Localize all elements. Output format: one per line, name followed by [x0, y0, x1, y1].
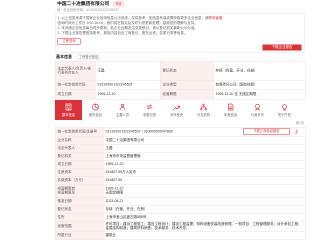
people-icon — [119, 103, 127, 111]
download-icon[interactable] — [294, 129, 299, 134]
detail-value-authority: 上海市市场监督管理局 — [103, 152, 306, 161]
detail-value-founded: 1995-12-20 — [103, 160, 306, 169]
tab-shareholders[interactable]: 股东信息 — [82, 100, 109, 120]
tab-label: 年报信息 — [224, 113, 237, 118]
detail-label-paid-capital: 实缴资本（万元） — [55, 176, 104, 185]
detail-value-term: 1995-12-20 无固定期限 — [103, 184, 306, 198]
company-icon — [65, 103, 73, 111]
section-tag[interactable]: 工商登记信息 — [76, 54, 101, 60]
license-icon — [254, 103, 262, 111]
detail-label-business-scope: 经营范围 — [55, 221, 104, 232]
summary-value-legal-rep[interactable]: 王磊 — [95, 61, 161, 81]
summary-value-company-type: 有限责任公司（国有控股） — [213, 80, 306, 90]
summary-label-status: 登记状态 — [160, 61, 214, 81]
detail-label-authority: 登记机关 — [55, 152, 104, 161]
credit-code-line: 统一社会信用代码：91310000132224553T — [57, 8, 119, 13]
tab-label: 变更记录 — [143, 113, 156, 118]
summary-value-term: 1995-12-20 至 无固定期限 — [213, 89, 306, 100]
tab-key-personnel[interactable]: 主要人员 — [109, 100, 136, 120]
summary-value-credit-code: 91310000132224553T — [95, 80, 161, 90]
tab-label: 行政许可 — [251, 113, 264, 118]
change-record-icon — [146, 103, 154, 111]
notice-box: 1. 以上信息来源于国家企业信用信息公示系统，仅供参考，如信息有误或需获取更多企… — [55, 13, 305, 53]
detail-label-founded: 成立日期 — [55, 160, 104, 169]
detail-value-legal-rep[interactable]: 王磊 — [103, 144, 306, 153]
tab-label: 对外投资 — [170, 113, 183, 118]
registration-detail-table: 统一社会信用代码/注册号 91310000132224553T / 310000… — [55, 127, 306, 240]
summary-label-founded: 成立日期 — [55, 89, 96, 100]
ip-icon — [281, 103, 289, 111]
company-info-page: 中国二十冶集团有限公司 存续 统一社会信用代码：9131000013222455… — [0, 0, 320, 240]
summary-label-legal-rep: 法定代表人/负责人/执行事务合伙人 — [55, 61, 96, 81]
annual-report-icon — [227, 103, 235, 111]
shareholder-icon — [92, 103, 100, 111]
detail-label-approval-date: 核准日期 — [55, 197, 104, 206]
detail-label-address: 住所 — [55, 213, 104, 222]
download-business-report-button[interactable]: 下载工商信息报告 — [243, 128, 290, 135]
consult-button[interactable]: 立即咨询 — [57, 38, 81, 45]
tab-annual-reports[interactable]: 年报信息 — [217, 100, 244, 120]
detail-value-approval-date: 2023-06-21 — [103, 197, 306, 206]
tab-branches[interactable]: 分支机构 — [190, 100, 217, 120]
section-header: 基本信息 工商登记信息 — [56, 54, 101, 60]
detail-label-credit-code: 统一社会信用代码/注册号 — [55, 127, 104, 137]
page-viewport: 中国二十冶集团有限公司 存续 统一社会信用代码：9131000013222455… — [0, 0, 320, 240]
download-report-button[interactable]: 下载企业报告 — [262, 44, 302, 51]
summary-table: 法定代表人/负责人/执行事务合伙人 王磊 登记状态 存续（在营、开业、在册） 统… — [55, 61, 306, 100]
tab-label: 基本信息 — [62, 113, 75, 118]
tab-label: 股东信息 — [89, 113, 102, 118]
detail-label-registered-capital: 注册资本 — [55, 168, 104, 177]
tab-investments[interactable]: 对外投资 — [163, 100, 190, 120]
title-row: 中国二十冶集团有限公司 存续 — [57, 1, 257, 7]
investment-icon — [173, 103, 181, 111]
tab-licenses[interactable]: 行政许可 — [244, 100, 271, 120]
tab-change-records[interactable]: 变更记录 — [136, 100, 163, 120]
tab-label: 主要人员 — [116, 113, 129, 118]
detail-value-company-name: 中国二十冶集团有限公司 — [103, 136, 306, 145]
detail-value-text: 91310000132224553T / 310000000047890 — [105, 129, 173, 134]
summary-value-status: 存续（在营、开业、在册） — [213, 61, 306, 81]
summary-label-term: 经营期限 — [160, 89, 214, 100]
page-indicator[interactable]: 第1页 — [275, 121, 304, 126]
module-tabs: 基本信息 股东信息 主要人员 变更记录 对外投资 分支机构 年报信息 行政许可 … — [55, 100, 305, 120]
contact-service-link[interactable]: 联系客服 — [208, 17, 222, 21]
status-badge: 存续 — [113, 1, 124, 7]
section-title: 基本信息 — [56, 54, 72, 60]
detail-value-paid-capital: 341807.55 — [103, 176, 306, 185]
notice-line-4: 3. 下载企业报告需登录账号，报告内容包含工商登记、股东出资、变更记录等信息。 — [57, 31, 188, 36]
detail-label-industry: 所属行业 — [55, 231, 104, 240]
summary-label-credit-code: 统一社会信用代码 — [55, 80, 96, 90]
company-title: 中国二十冶集团有限公司 — [57, 1, 110, 7]
tab-label: 分支机构 — [197, 113, 210, 118]
detail-label-term: 经营期限自 经营期限至 — [55, 184, 104, 198]
tab-label: 知识产权 — [278, 113, 291, 118]
detail-value-registered-capital: 341807.55万人民币 — [103, 168, 306, 177]
branch-icon — [200, 103, 208, 111]
tab-basic-info[interactable]: 基本信息 — [55, 100, 82, 120]
detail-value-business-scope: 许可项目：建设工程施工；建设工程设计；建设工程监理；特种设备安装改造修理。一般项… — [103, 221, 306, 232]
detail-label-status: 登记状态 — [55, 205, 104, 214]
detail-label-legal-rep: 法定代表人 — [55, 144, 104, 153]
company-header: 中国二十冶集团有限公司 存续 统一社会信用代码：9131000013222455… — [57, 1, 257, 12]
detail-value-address: 上海市宝山区盘古路888号 — [103, 213, 306, 222]
summary-value-founded: 1995-12-20 — [95, 89, 161, 100]
detail-value-industry: 建筑业 — [103, 231, 306, 240]
detail-label-company-name: 企业名称 — [55, 136, 104, 145]
notice-text: 1. 以上信息来源于国家企业信用信息公示系统，仅供参考，如信息有误或需获取更多企… — [57, 16, 209, 21]
detail-value-credit-code: 91310000132224553T / 310000000047890 下载工… — [103, 127, 306, 137]
tab-intellectual-property[interactable]: 知识产权 — [271, 100, 298, 120]
summary-label-company-type: 企业类型 — [160, 80, 214, 90]
detail-value-status: 存续（在营、开业、在册） — [103, 205, 306, 214]
